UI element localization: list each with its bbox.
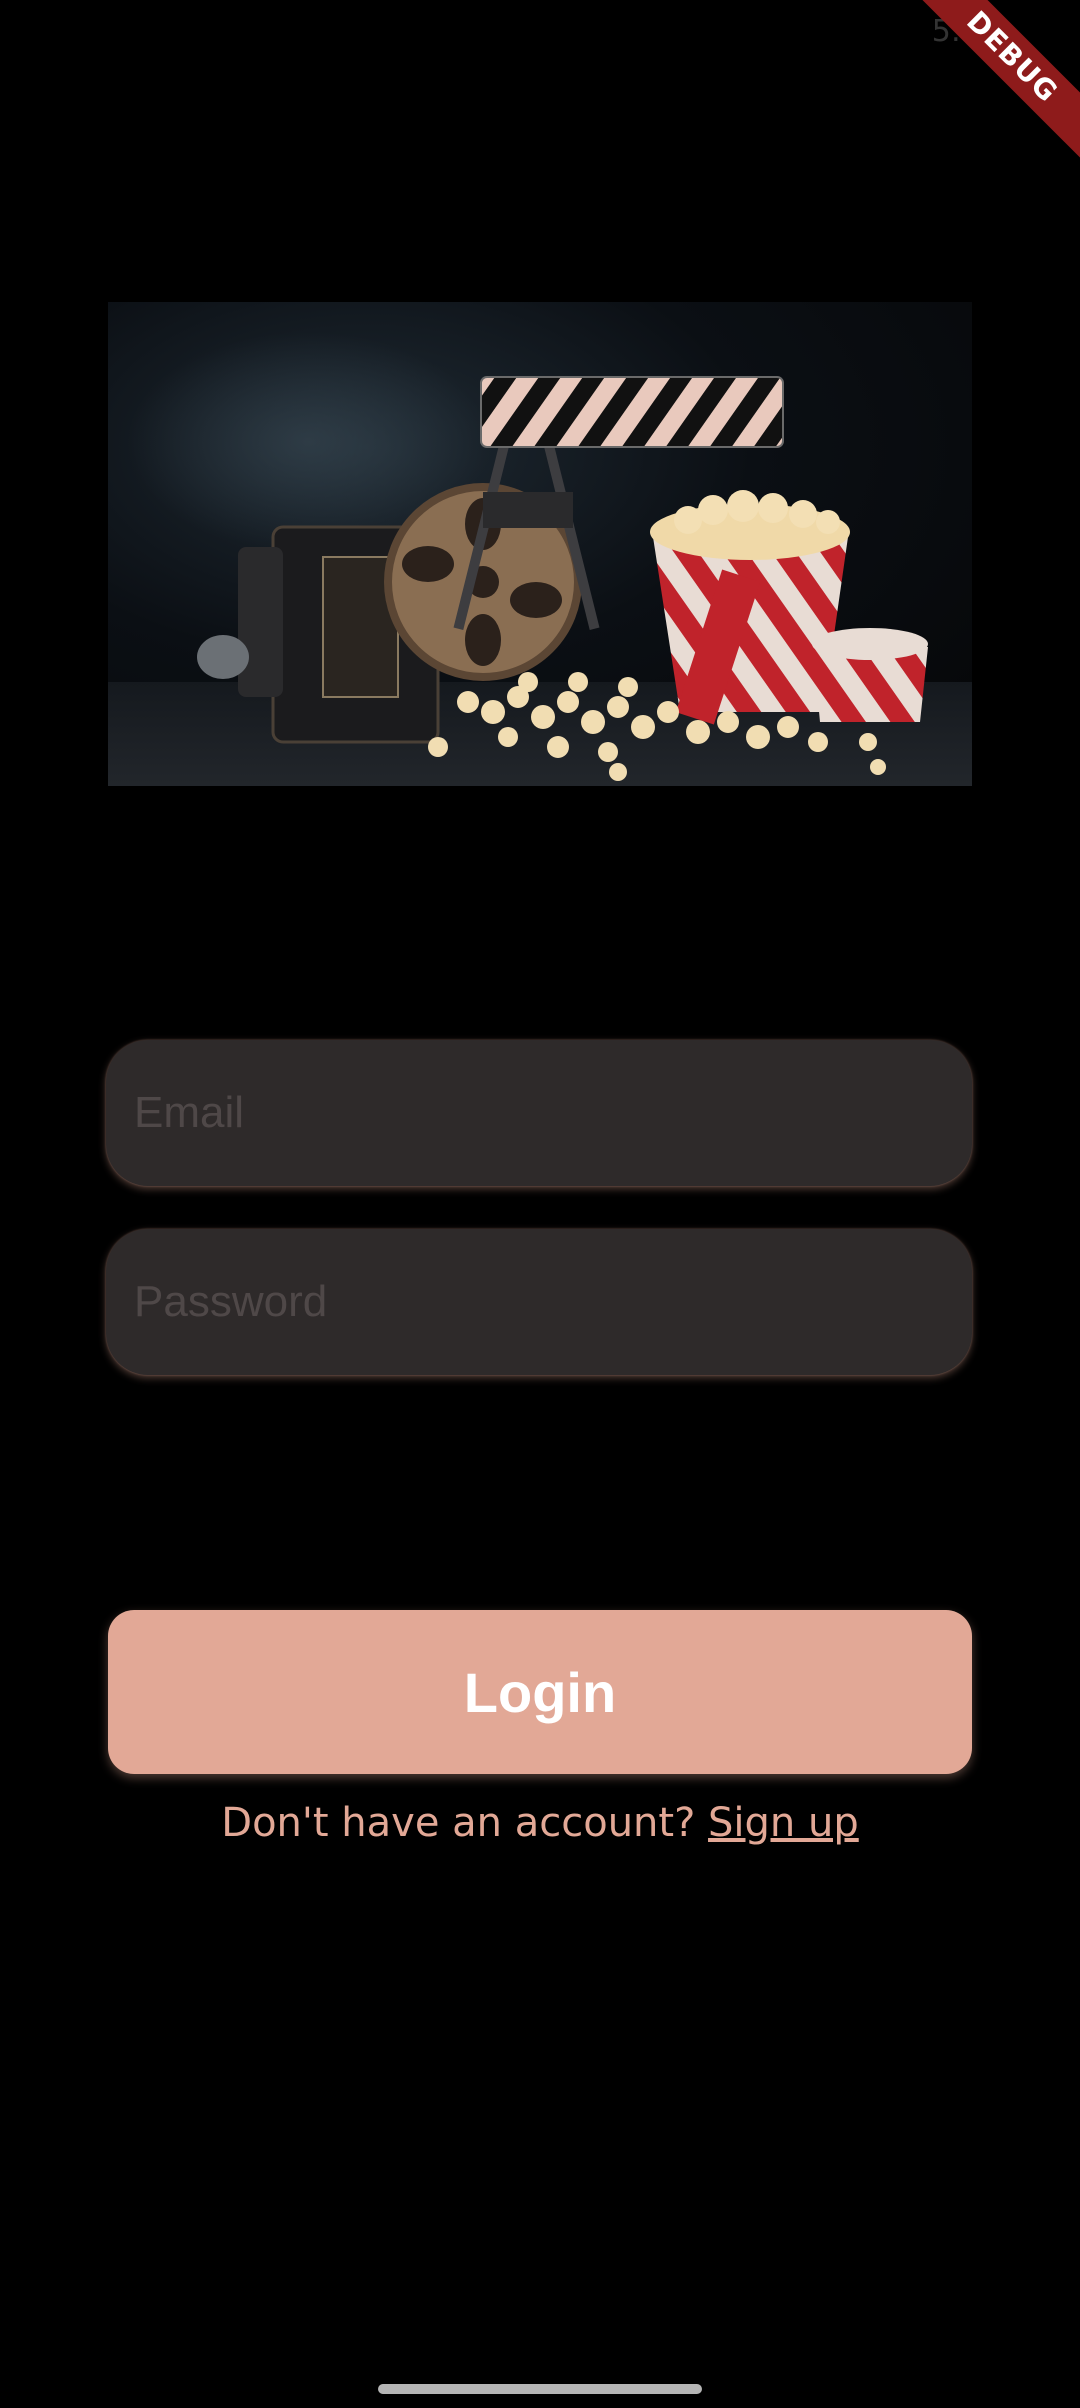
home-indicator[interactable] [378,2384,702,2394]
hero-image [108,302,972,786]
login-screen: 5:5 DEBUG [0,0,1080,2408]
password-input[interactable] [132,1276,972,1328]
email-field[interactable] [106,1040,972,1186]
cinema-popcorn-illustration-icon [108,332,972,786]
signup-prompt: Don't have an account? [221,1800,709,1846]
debug-banner-label: DEBUG [903,0,1080,166]
signup-row: Don't have an account? Sign up [0,1800,1080,1846]
email-input[interactable] [132,1087,972,1139]
debug-banner: DEBUG [900,0,1080,180]
password-field[interactable] [106,1229,972,1375]
login-button[interactable]: Login [108,1610,972,1774]
signup-link[interactable]: Sign up [708,1800,859,1846]
